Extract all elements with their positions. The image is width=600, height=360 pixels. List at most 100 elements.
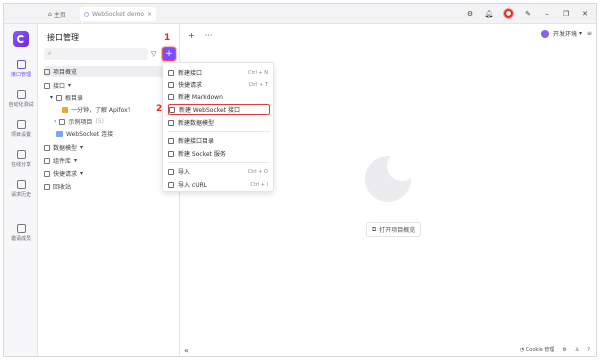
menu-item-import[interactable]: 导入 Ctrl + O xyxy=(168,166,270,177)
menu-item-label: 新建 WebSocket 接口 xyxy=(179,107,240,114)
annotation-step-1: 1 xyxy=(164,33,171,43)
close-window-icon[interactable]: ✕ xyxy=(580,9,590,19)
tree-item-label: 示例项目 xyxy=(68,119,93,126)
collapse-sidebar-button[interactable]: « xyxy=(184,346,189,355)
tab-websocket-demo[interactable]: WebSocket demo × xyxy=(80,7,157,21)
menu-divider xyxy=(168,162,270,163)
menu-item-import-curl[interactable]: 导入 cURL Ctrl + I xyxy=(168,179,270,190)
sidebar-item-label: 在线分享 xyxy=(10,162,31,168)
tab-dot-icon xyxy=(84,11,89,17)
more-button[interactable]: ··· xyxy=(205,31,213,40)
tree-item-ws[interactable]: WebSocket 连接 xyxy=(56,128,113,139)
test-icon xyxy=(16,90,26,99)
tree-item-components[interactable]: 组件库 ▾ xyxy=(44,155,77,166)
environment-selector[interactable]: 开发环境 ▾ xyxy=(540,29,582,38)
menu-item-quick-request[interactable]: 快捷请求 Ctrl + T xyxy=(168,79,270,90)
window-controls: ⚙ 🔔︎ ● ✎ – ❐ ✕ xyxy=(465,8,590,19)
sidebar-item-settings[interactable]: 项目设置 xyxy=(4,120,38,138)
api-folder-icon xyxy=(44,82,50,89)
sidebar-item-invite[interactable]: 邀请成员 xyxy=(4,224,38,242)
maximize-icon[interactable]: ❐ xyxy=(561,9,571,19)
tree-item-overview[interactable]: 项目概览 xyxy=(44,66,172,77)
curl-icon xyxy=(168,181,174,188)
sidebar-item-history[interactable]: 请求历史 xyxy=(4,180,38,198)
sidebar-item-label: 邀请成员 xyxy=(10,236,31,242)
add-button[interactable]: + xyxy=(162,47,176,61)
settings-icon xyxy=(16,120,26,129)
folder-icon xyxy=(59,118,66,125)
tree-item-quick[interactable]: 快捷请求 ▾ xyxy=(44,168,83,179)
websocket-icon xyxy=(56,130,63,137)
add-menu-dropdown: 新建接口 Ctrl + N 快捷请求 Ctrl + T 新建 Markdown … xyxy=(162,62,274,192)
shortcut-label: Ctrl + I xyxy=(250,181,268,188)
menu-icon[interactable]: ≡ xyxy=(587,30,592,37)
folder-icon xyxy=(56,94,63,101)
socket-icon xyxy=(168,150,174,157)
trash-icon xyxy=(44,183,50,190)
environment-label: 开发环境 xyxy=(552,31,577,38)
help-icon[interactable]: ? xyxy=(587,347,590,353)
page-title: 接口管理 xyxy=(47,33,79,42)
shortcut-label: Ctrl + O xyxy=(247,168,268,175)
new-tab-button[interactable]: + xyxy=(188,31,195,40)
open-overview-button[interactable]: ⧉ 打开项目概览 xyxy=(366,222,422,237)
bell-icon[interactable]: 🔔︎ xyxy=(484,9,494,19)
settings-small-icon[interactable]: ⚙ xyxy=(562,347,566,353)
tree-item-root[interactable]: ▾ 根目录 xyxy=(50,92,83,103)
tree-item-recycle[interactable]: 回收站 xyxy=(44,181,71,192)
menu-item-new-model[interactable]: 新建数据模型 xyxy=(168,117,270,128)
tree-item-apifox[interactable]: 一分钟，了解 Apifox！ xyxy=(62,104,134,115)
shortcut-label: Ctrl + N xyxy=(247,69,268,76)
menu-item-label: 导入 xyxy=(178,169,191,176)
components-icon xyxy=(44,157,50,164)
menu-item-new-socket[interactable]: 新建 Socket 服务 xyxy=(168,148,270,159)
shortcut-label: Ctrl + T xyxy=(248,81,268,88)
tab-websocket-label: WebSocket demo xyxy=(92,10,145,18)
markdown-icon xyxy=(168,93,174,100)
menu-item-new-markdown[interactable]: 新建 Markdown xyxy=(168,91,270,102)
shirt-icon[interactable]: ♙ xyxy=(575,347,579,353)
tree-item-example[interactable]: › 示例项目 (5) xyxy=(54,116,104,127)
sidebar-item-api[interactable]: 接口管理 xyxy=(4,60,38,78)
chevron-down-icon[interactable]: ▾ xyxy=(50,94,53,101)
websocket-icon xyxy=(169,106,175,113)
invite-icon xyxy=(16,224,26,233)
model-icon xyxy=(44,144,50,151)
tree-item-model[interactable]: 数据模型 ▾ xyxy=(44,142,83,153)
quick-request-icon xyxy=(44,170,50,177)
menu-item-new-folder[interactable]: 新建接口目录 xyxy=(168,135,270,146)
chevron-down-icon[interactable]: ▾ xyxy=(80,144,83,151)
history-icon xyxy=(16,180,26,189)
lightning-icon xyxy=(168,81,174,88)
chevron-right-icon[interactable]: › xyxy=(54,118,56,125)
pin-icon[interactable]: ✎ xyxy=(523,9,533,19)
avatar[interactable]: ● xyxy=(503,8,514,19)
tree-item-label: 项目概览 xyxy=(53,69,78,76)
chevron-down-icon[interactable]: ▾ xyxy=(74,157,77,164)
tree-item-label: 回收站 xyxy=(53,184,72,191)
menu-item-label: 新建接口目录 xyxy=(178,138,215,145)
minimize-icon[interactable]: – xyxy=(542,9,552,19)
cookie-button[interactable]: ◔ Cookie 管理 xyxy=(520,346,555,353)
chevron-down-icon[interactable]: ▾ xyxy=(68,82,71,89)
tree-item-api[interactable]: 接口 ▾ xyxy=(44,80,71,91)
close-icon[interactable]: × xyxy=(147,11,152,18)
sidebar-item-label: 接口管理 xyxy=(10,72,31,78)
count-badge: (5) xyxy=(95,118,104,125)
menu-item-label: 导入 cURL xyxy=(178,182,208,189)
menu-item-new-api[interactable]: 新建接口 Ctrl + N xyxy=(168,67,270,78)
home-icon: ⌂ xyxy=(48,10,52,18)
sidebar-item-test[interactable]: 自动化测试 xyxy=(4,90,38,108)
tab-home[interactable]: ⌂ 主页 xyxy=(48,8,66,20)
chevron-down-icon[interactable]: ▾ xyxy=(80,170,83,177)
gear-icon[interactable]: ⚙ xyxy=(465,9,475,19)
menu-item-label: 新建数据模型 xyxy=(178,120,215,127)
sidebar-item-share[interactable]: 在线分享 xyxy=(4,150,38,168)
import-icon xyxy=(168,168,174,175)
environment-icon xyxy=(540,29,549,38)
filter-icon[interactable]: ▽ xyxy=(151,50,156,58)
menu-item-new-websocket[interactable]: 新建 WebSocket 接口 xyxy=(168,104,270,115)
chevron-down-icon: ▾ xyxy=(578,30,582,37)
search-input[interactable]: ⌕ xyxy=(44,48,148,60)
folder-icon xyxy=(168,137,174,144)
